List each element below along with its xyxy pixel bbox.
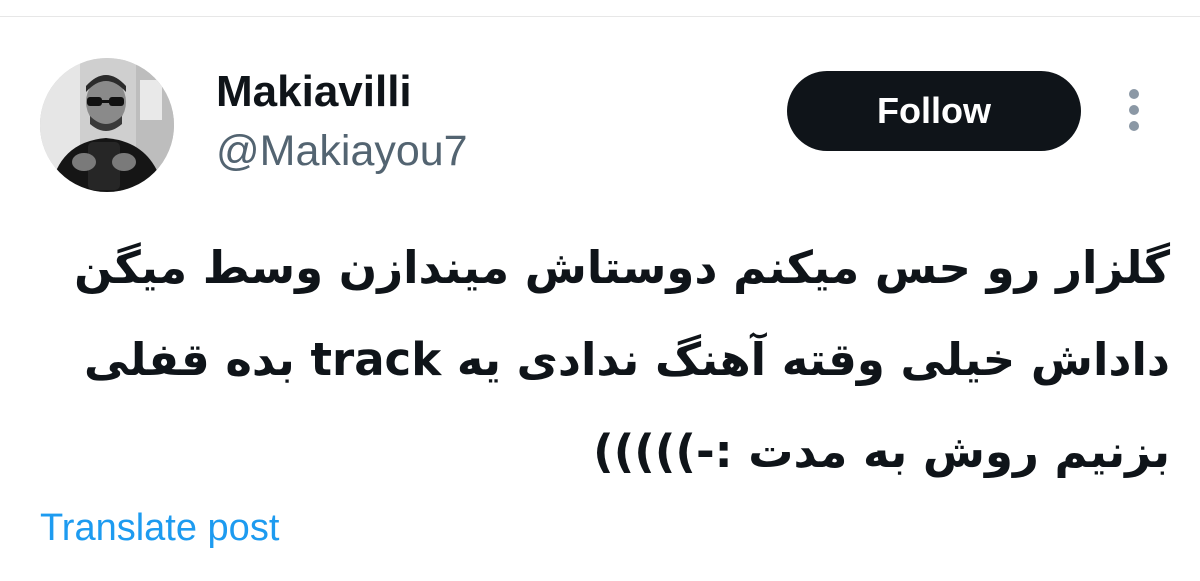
more-options-button[interactable] <box>1116 84 1152 140</box>
tweet-line: گلزار رو حس میکنم دوستاش میندازن وسط میگ… <box>74 241 1170 294</box>
translate-post-link[interactable]: Translate post <box>40 503 279 553</box>
top-divider <box>0 0 1200 17</box>
avatar-photo <box>40 58 174 192</box>
tweet-line: بزنیم روش به مدت :-))))) <box>593 425 1170 478</box>
tweet-line: داداش خیلی وقته آهنگ ندادی یه track بده … <box>83 333 1170 386</box>
display-name[interactable]: Makiavilli <box>216 64 412 120</box>
follow-button[interactable]: Follow <box>787 71 1081 151</box>
tweet-text: گلزار رو حس میکنم دوستاش میندازن وسط میگ… <box>40 222 1170 498</box>
avatar[interactable] <box>40 58 174 192</box>
more-vertical-icon <box>1129 89 1139 131</box>
user-handle[interactable]: @Makiayou7 <box>216 124 468 178</box>
